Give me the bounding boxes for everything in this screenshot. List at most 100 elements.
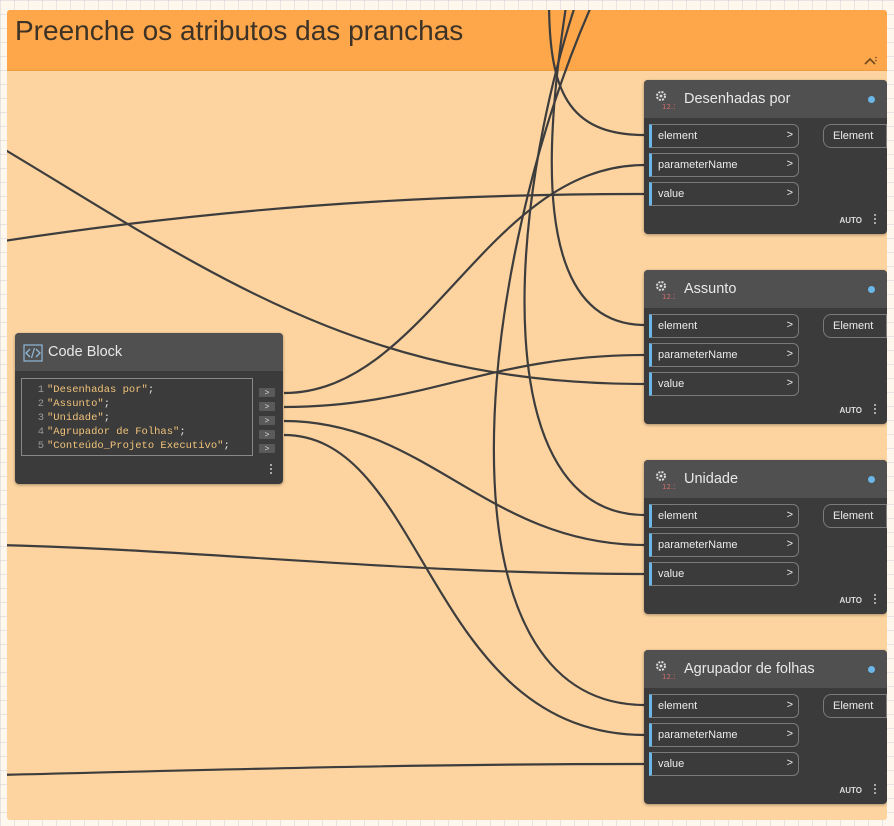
port-arrow-icon: > <box>786 187 793 199</box>
code-line-end: ; <box>103 412 111 424</box>
port-label: element <box>658 320 698 332</box>
status-indicator <box>868 666 875 673</box>
line-number: 3 <box>37 412 44 424</box>
node-header[interactable]: 12.3 Agrupador de folhas <box>644 650 887 688</box>
code-output-port[interactable]: > <box>259 430 275 439</box>
gear-icon: 12.3 <box>656 471 675 491</box>
code-string: "Agrupador de Folhas" <box>47 426 180 438</box>
code-output-port[interactable]: > <box>259 444 275 453</box>
node-header[interactable]: 12.3 Desenhadas por <box>644 80 887 118</box>
wire <box>283 433 646 737</box>
input-port-value[interactable]: value > <box>649 182 799 206</box>
code-line-end: ; <box>179 426 186 438</box>
svg-text:12.3: 12.3 <box>662 293 675 301</box>
code-output-port[interactable]: > <box>259 388 275 397</box>
wire <box>283 419 646 547</box>
output-label: Element <box>833 320 874 332</box>
port-label: element <box>658 510 698 522</box>
group-annotation[interactable]: Preenche os atributos das pranchas Code … <box>7 10 887 820</box>
port-label: element <box>658 700 698 712</box>
code-line[interactable]: 1 "Desenhadas por"; <box>22 384 154 398</box>
set-parameter-node[interactable]: 12.3Agrupador de folhaselement>parameter… <box>644 650 887 804</box>
code-string: "Unidade" <box>47 412 104 424</box>
more-options-icon[interactable] <box>874 214 877 226</box>
code-string: "Desenhadas por" <box>47 384 148 396</box>
more-options-icon[interactable] <box>874 594 877 606</box>
set-parameter-node[interactable]: 12.3 Unidade element > parameterName > value > E… <box>644 460 887 614</box>
port-arrow-icon: > <box>786 319 793 331</box>
output-port-element[interactable]: Element <box>823 124 887 148</box>
code-block-node[interactable]: Code Block 1 "Desenhadas por"; 2 "Assunto";… <box>15 333 283 484</box>
group-header[interactable]: Preenche os atributos das pranchas <box>7 10 887 71</box>
input-port-parameterName[interactable]: parameterName > <box>649 533 799 557</box>
wire <box>7 762 646 776</box>
wire <box>492 10 646 707</box>
port-arrow-icon: > <box>786 728 793 740</box>
port-arrow-icon: > <box>786 757 793 769</box>
code-string: "Assunto" <box>47 398 104 410</box>
code-output-port[interactable]: > <box>259 402 275 411</box>
input-port-element[interactable]: element > <box>649 314 799 338</box>
code-string: "Conteúdo_Projeto Executivo" <box>47 440 224 452</box>
wire <box>283 353 646 409</box>
port-label: value <box>658 378 685 390</box>
code-block-header[interactable]: Code Block <box>15 333 283 371</box>
input-port-value[interactable]: value > <box>649 752 799 776</box>
input-port-parameterName[interactable]: parameterName > <box>649 153 799 177</box>
status-indicator <box>868 96 875 103</box>
set-parameter-node[interactable]: 12.3 Desenhadas por element > parameterName >… <box>644 80 887 234</box>
input-port-element[interactable]: element > <box>649 694 799 718</box>
port-arrow-icon: > <box>786 509 793 521</box>
more-options-icon[interactable] <box>270 464 273 476</box>
output-label: Element <box>833 130 874 142</box>
node-header[interactable]: 12.3 Assunto <box>644 270 887 308</box>
line-number: 5 <box>37 440 44 452</box>
wire <box>283 163 646 395</box>
node-title: Agrupador de folhas <box>684 661 815 677</box>
input-port-element[interactable]: element > <box>649 504 799 528</box>
gear-icon: 12.3 <box>656 281 675 301</box>
status-indicator <box>868 476 875 483</box>
status-indicator <box>868 286 875 293</box>
input-port-element[interactable]: element > <box>649 124 799 148</box>
port-arrow-icon: > <box>786 348 793 360</box>
port-label: parameterName <box>658 349 738 361</box>
port-arrow-icon: > <box>786 567 793 579</box>
code-line[interactable]: 4 "Agrupador de Folhas"; <box>22 426 186 440</box>
output-port-element[interactable]: Element <box>823 694 887 718</box>
port-label: parameterName <box>658 729 738 741</box>
port-arrow-icon: > <box>786 538 793 550</box>
group-title: Preenche os atributos das pranchas <box>15 15 464 46</box>
code-line[interactable]: 5 "Conteúdo_Projeto Executivo"; <box>22 440 230 454</box>
code-line[interactable]: 3 "Unidade"; <box>22 412 110 426</box>
chevron-up-icon[interactable] <box>863 56 877 66</box>
input-port-parameterName[interactable]: parameterName > <box>649 723 799 747</box>
set-parameter-node[interactable]: 12.3 Assunto element > parameterName > value > E… <box>644 270 887 424</box>
lacing-label[interactable]: AUTO <box>839 406 862 415</box>
port-label: parameterName <box>658 539 738 551</box>
input-port-value[interactable]: value > <box>649 372 799 396</box>
more-options-icon[interactable] <box>874 404 877 416</box>
more-options-icon[interactable] <box>874 784 877 796</box>
port-arrow-icon: > <box>786 699 793 711</box>
lacing-label[interactable]: AUTO <box>839 786 862 795</box>
input-port-parameterName[interactable]: parameterName > <box>649 343 799 367</box>
node-title: Assunto <box>684 281 737 297</box>
code-line[interactable]: 2 "Assunto"; <box>22 398 110 412</box>
code-output-port[interactable]: > <box>259 416 275 425</box>
lacing-label[interactable]: AUTO <box>839 596 862 605</box>
port-label: value <box>658 568 685 580</box>
svg-text:12.3: 12.3 <box>662 673 675 681</box>
port-arrow-icon: > <box>786 158 793 170</box>
wire <box>523 10 646 517</box>
code-line-end: ; <box>147 384 155 396</box>
input-port-value[interactable]: value > <box>649 562 799 586</box>
code-block-title: Code Block <box>48 344 123 360</box>
output-port-element[interactable]: Element <box>823 314 887 338</box>
node-header[interactable]: 12.3 Unidade <box>644 460 887 498</box>
lacing-label[interactable]: AUTO <box>839 216 862 225</box>
gear-icon: 12.3 <box>656 661 675 681</box>
svg-text:12.3: 12.3 <box>662 483 675 491</box>
code-editor[interactable]: 1 "Desenhadas por"; 2 "Assunto"; 3 "Unidade";… <box>21 378 253 456</box>
output-port-element[interactable]: Element <box>823 504 887 528</box>
